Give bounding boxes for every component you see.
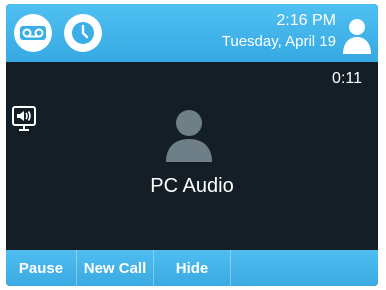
status-bar: 2:16 PM Tuesday, April 19 (6, 4, 378, 62)
user-icon[interactable] (342, 16, 372, 54)
softkey-bar: Pause New Call Hide (6, 250, 378, 286)
hide-button[interactable]: Hide (154, 250, 231, 286)
call-area: 0:11 PC Audio (6, 62, 378, 250)
contact-avatar-icon (161, 106, 217, 162)
call-timer: 0:11 (332, 70, 362, 87)
pause-button[interactable]: Pause (6, 250, 77, 286)
contact-name: PC Audio (150, 175, 234, 197)
status-time: 2:16 PM (276, 12, 336, 29)
new-call-button[interactable]: New Call (77, 250, 154, 286)
voicemail-icon[interactable] (14, 14, 52, 52)
clock-icon[interactable] (64, 14, 102, 52)
status-date: Tuesday, April 19 (221, 33, 336, 50)
phone-screen: 2:16 PM Tuesday, April 19 0:11 PC Audio … (6, 4, 378, 286)
empty-softkey (231, 250, 378, 286)
speaker-icon (12, 106, 36, 132)
